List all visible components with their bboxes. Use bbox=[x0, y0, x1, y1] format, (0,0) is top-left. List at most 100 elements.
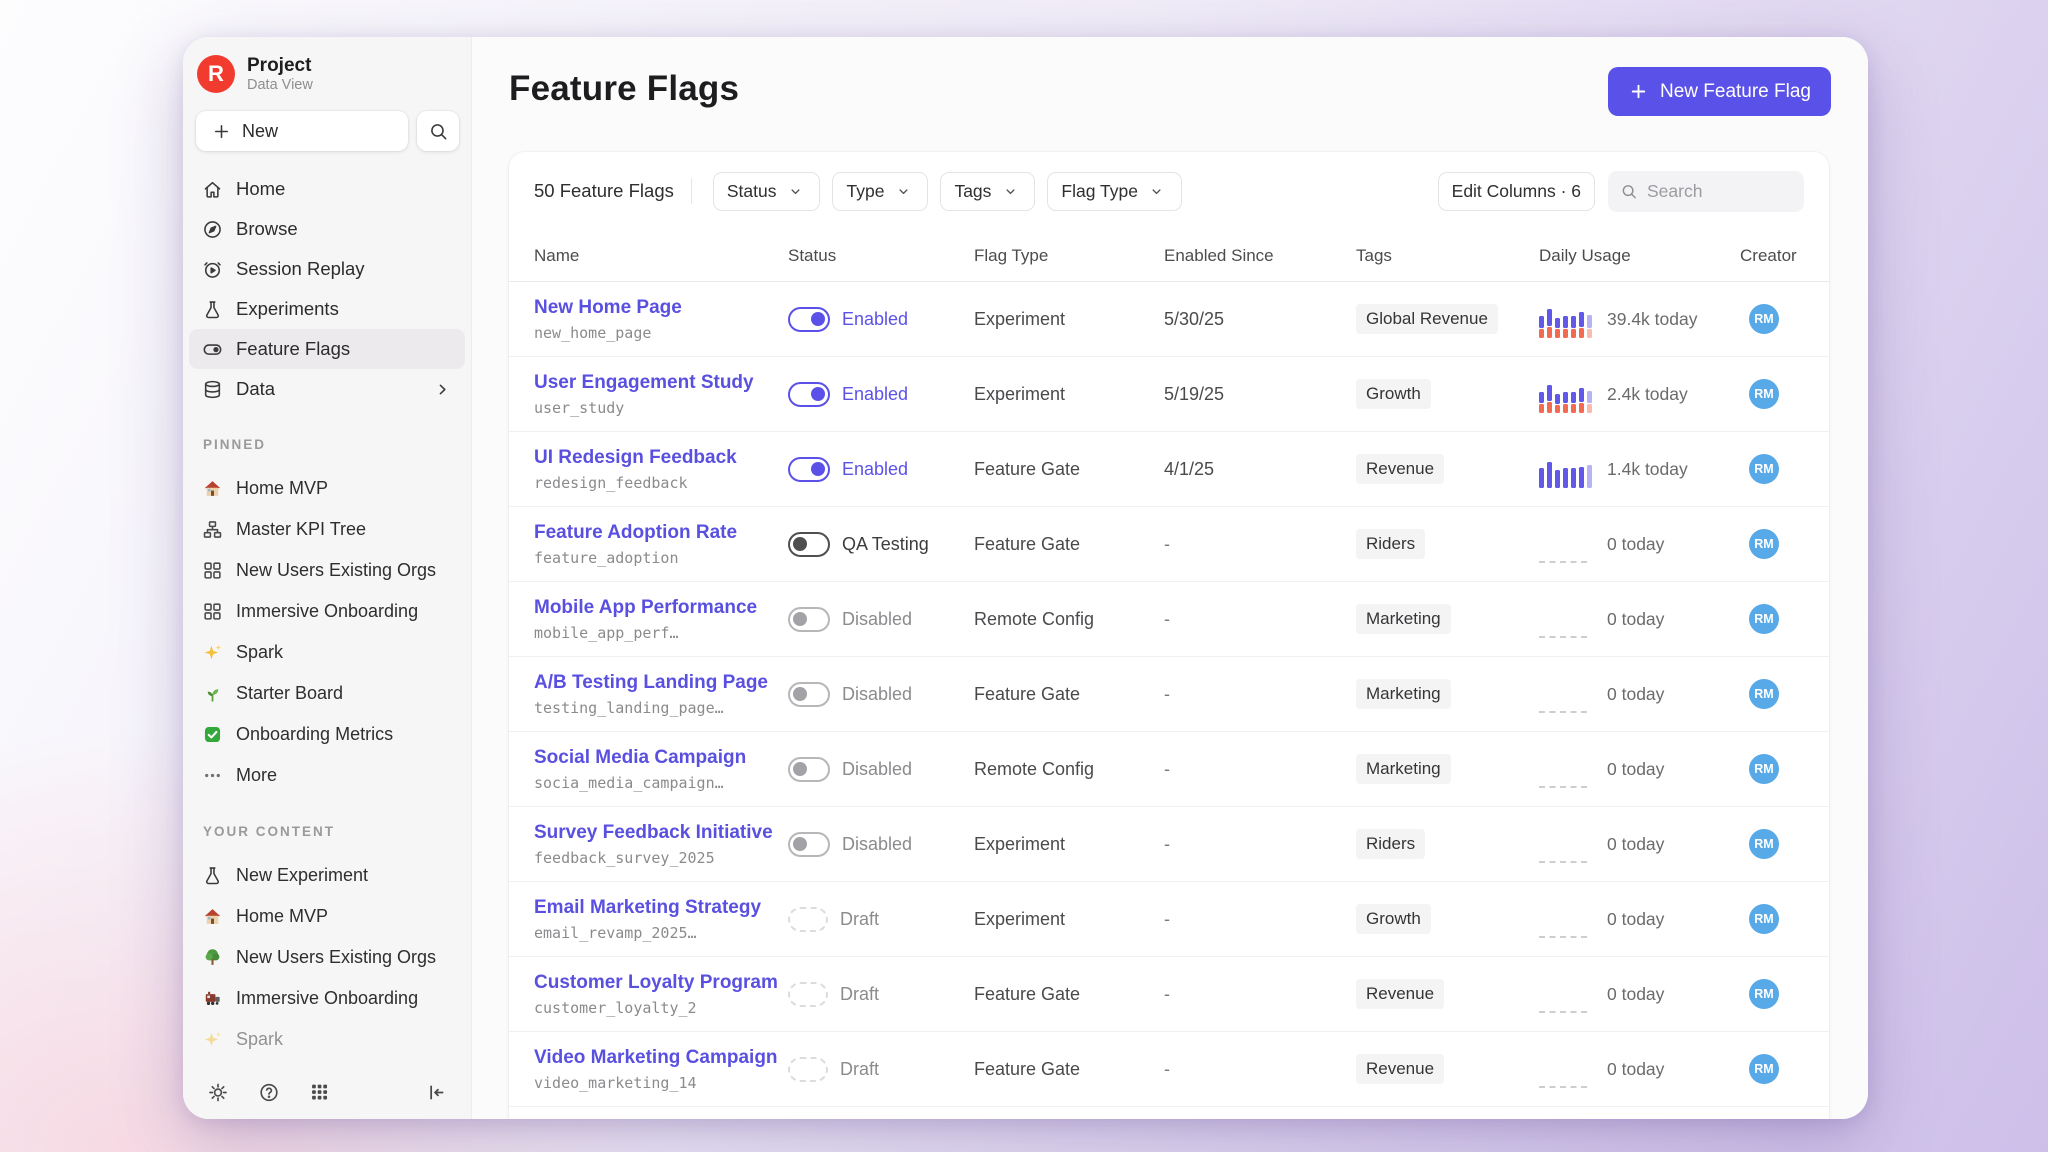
sidebar-item-new-experiment[interactable]: New Experiment bbox=[189, 855, 465, 896]
new-feature-flag-button[interactable]: New Feature Flag bbox=[1608, 67, 1831, 116]
tag-chip[interactable]: Revenue bbox=[1356, 979, 1444, 1009]
flag-name-link[interactable]: Customer Loyalty Program bbox=[534, 972, 788, 994]
collapse-sidebar-button[interactable] bbox=[423, 1079, 449, 1105]
status-toggle[interactable] bbox=[788, 532, 830, 557]
status-toggle[interactable] bbox=[788, 1057, 828, 1082]
table-search[interactable] bbox=[1608, 171, 1804, 212]
filter-tags-dropdown[interactable]: Tags bbox=[940, 172, 1035, 211]
sidebar-item-home-mvp[interactable]: Home MVP bbox=[189, 896, 465, 937]
flag-name-link[interactable]: Social Media Campaign bbox=[534, 747, 788, 769]
creator-avatar[interactable]: RM bbox=[1749, 529, 1779, 559]
flag-name-link[interactable]: Feature Adoption Rate bbox=[534, 522, 788, 544]
sidebar-item-more[interactable]: More bbox=[189, 755, 465, 796]
table-row[interactable]: Social Media Campaignsocia_media_campaig… bbox=[509, 732, 1829, 807]
column-header-flag-type[interactable]: Flag Type bbox=[974, 246, 1164, 266]
status-toggle[interactable] bbox=[788, 682, 830, 707]
tag-chip[interactable]: Marketing bbox=[1356, 604, 1451, 634]
tag-chip[interactable]: Marketing bbox=[1356, 754, 1451, 784]
flag-key: mobile_app_perf… bbox=[534, 624, 788, 642]
column-header-creator[interactable]: Creator bbox=[1740, 246, 1804, 266]
flag-name-link[interactable]: A/B Testing Landing Page bbox=[534, 672, 788, 694]
sidebar-item-session-replay[interactable]: Session Replay bbox=[189, 249, 465, 289]
usage-mini-chart bbox=[1539, 1050, 1595, 1088]
chevron-right-icon bbox=[431, 378, 453, 400]
creator-avatar[interactable]: RM bbox=[1749, 829, 1779, 859]
sidebar-item-data[interactable]: Data bbox=[189, 369, 465, 409]
filter-status-dropdown[interactable]: Status bbox=[713, 172, 821, 211]
flag-name-link[interactable]: UI Redesign Feedback bbox=[534, 447, 788, 469]
tag-chip[interactable]: Revenue bbox=[1356, 454, 1444, 484]
tag-chip[interactable]: Growth bbox=[1356, 379, 1431, 409]
flag-name-link[interactable]: Email Marketing Strategy bbox=[534, 897, 788, 919]
table-row[interactable]: Email Marketing Strategyemail_revamp_202… bbox=[509, 882, 1829, 957]
status-toggle[interactable] bbox=[788, 307, 830, 332]
tag-chip[interactable]: Growth bbox=[1356, 904, 1431, 934]
table-row[interactable]: Customer Loyalty Programcustomer_loyalty… bbox=[509, 957, 1829, 1032]
flag-name-link[interactable]: Video Marketing Campaign bbox=[534, 1047, 788, 1069]
status-toggle[interactable] bbox=[788, 907, 828, 932]
table-search-input[interactable] bbox=[1647, 181, 1792, 202]
table-row[interactable]: Mobile App Performancemobile_app_perf…Di… bbox=[509, 582, 1829, 657]
tag-chip[interactable]: Global Revenue bbox=[1356, 304, 1498, 334]
tag-chip[interactable]: Riders bbox=[1356, 829, 1425, 859]
table-row[interactable]: New Home Pagenew_home_pageEnabledExperim… bbox=[509, 282, 1829, 357]
new-button[interactable]: New bbox=[196, 111, 408, 151]
flag-name-link[interactable]: Mobile App Performance bbox=[534, 597, 788, 619]
sidebar-item-feature-flags[interactable]: Feature Flags bbox=[189, 329, 465, 369]
creator-avatar[interactable]: RM bbox=[1749, 979, 1779, 1009]
sidebar-item-experiments[interactable]: Experiments bbox=[189, 289, 465, 329]
sidebar-item-new-users-existing-orgs[interactable]: New Users Existing Orgs bbox=[189, 937, 465, 978]
sidebar-item-starter-board[interactable]: Starter Board bbox=[189, 673, 465, 714]
creator-avatar[interactable]: RM bbox=[1749, 1054, 1779, 1084]
sidebar-item-master-kpi-tree[interactable]: Master KPI Tree bbox=[189, 509, 465, 550]
sidebar-item-home-mvp[interactable]: Home MVP bbox=[189, 468, 465, 509]
sidebar-item-onboarding-metrics[interactable]: Onboarding Metrics bbox=[189, 714, 465, 755]
tag-chip[interactable]: Marketing bbox=[1356, 679, 1451, 709]
sidebar-item-spark[interactable]: Spark bbox=[189, 632, 465, 673]
sidebar-item-spark[interactable]: Spark bbox=[189, 1019, 465, 1060]
creator-avatar[interactable]: RM bbox=[1749, 754, 1779, 784]
column-header-enabled-since[interactable]: Enabled Since bbox=[1164, 246, 1356, 266]
status-toggle[interactable] bbox=[788, 757, 830, 782]
status-toggle[interactable] bbox=[788, 832, 830, 857]
apps-button[interactable] bbox=[307, 1079, 333, 1105]
creator-avatar[interactable]: RM bbox=[1749, 604, 1779, 634]
flag-name-link[interactable]: New Home Page bbox=[534, 297, 788, 319]
sidebar-item-immersive-onboarding[interactable]: Immersive Onboarding bbox=[189, 591, 465, 632]
filter-type-dropdown[interactable]: Type bbox=[832, 172, 928, 211]
sidebar-search-button[interactable] bbox=[417, 111, 459, 151]
settings-button[interactable] bbox=[205, 1079, 231, 1105]
column-header-daily-usage[interactable]: Daily Usage bbox=[1539, 246, 1740, 266]
creator-avatar[interactable]: RM bbox=[1749, 679, 1779, 709]
table-row[interactable]: UI Redesign Feedbackredesign_feedbackEna… bbox=[509, 432, 1829, 507]
edit-columns-button[interactable]: Edit Columns · 6 bbox=[1438, 172, 1595, 211]
table-row[interactable]: Feature Adoption Ratefeature_adoptionQA … bbox=[509, 507, 1829, 582]
table-row[interactable]: Survey Feedback Initiativefeedback_surve… bbox=[509, 807, 1829, 882]
column-header-name[interactable]: Name bbox=[534, 246, 788, 266]
tag-chip[interactable]: Riders bbox=[1356, 529, 1425, 559]
project-switcher[interactable]: R Project Data View bbox=[183, 37, 471, 95]
table-row[interactable]: User Engagement Studyuser_studyEnabledEx… bbox=[509, 357, 1829, 432]
sidebar-item-home[interactable]: Home bbox=[189, 169, 465, 209]
status-toggle[interactable] bbox=[788, 607, 830, 632]
sidebar-item-immersive-onboarding[interactable]: Immersive Onboarding bbox=[189, 978, 465, 1019]
status-toggle[interactable] bbox=[788, 982, 828, 1007]
filter-flag-type-dropdown[interactable]: Flag Type bbox=[1047, 172, 1182, 211]
creator-avatar[interactable]: RM bbox=[1749, 454, 1779, 484]
sidebar-item-browse[interactable]: Browse bbox=[189, 209, 465, 249]
creator-avatar[interactable]: RM bbox=[1749, 904, 1779, 934]
tag-chip[interactable]: Revenue bbox=[1356, 1054, 1444, 1084]
status-toggle[interactable] bbox=[788, 382, 830, 407]
status-toggle[interactable] bbox=[788, 457, 830, 482]
creator-avatar[interactable]: RM bbox=[1749, 379, 1779, 409]
help-button[interactable] bbox=[256, 1079, 282, 1105]
column-header-tags[interactable]: Tags bbox=[1356, 246, 1539, 266]
usage-mini-chart bbox=[1539, 525, 1595, 563]
flag-name-link[interactable]: Survey Feedback Initiative bbox=[534, 822, 788, 844]
creator-avatar[interactable]: RM bbox=[1749, 304, 1779, 334]
sidebar-item-new-users-existing-orgs[interactable]: New Users Existing Orgs bbox=[189, 550, 465, 591]
column-header-status[interactable]: Status bbox=[788, 246, 974, 266]
table-row[interactable]: A/B Testing Landing Pagetesting_landing_… bbox=[509, 657, 1829, 732]
table-row[interactable]: Video Marketing Campaignvideo_marketing_… bbox=[509, 1032, 1829, 1107]
flag-name-link[interactable]: User Engagement Study bbox=[534, 372, 788, 394]
